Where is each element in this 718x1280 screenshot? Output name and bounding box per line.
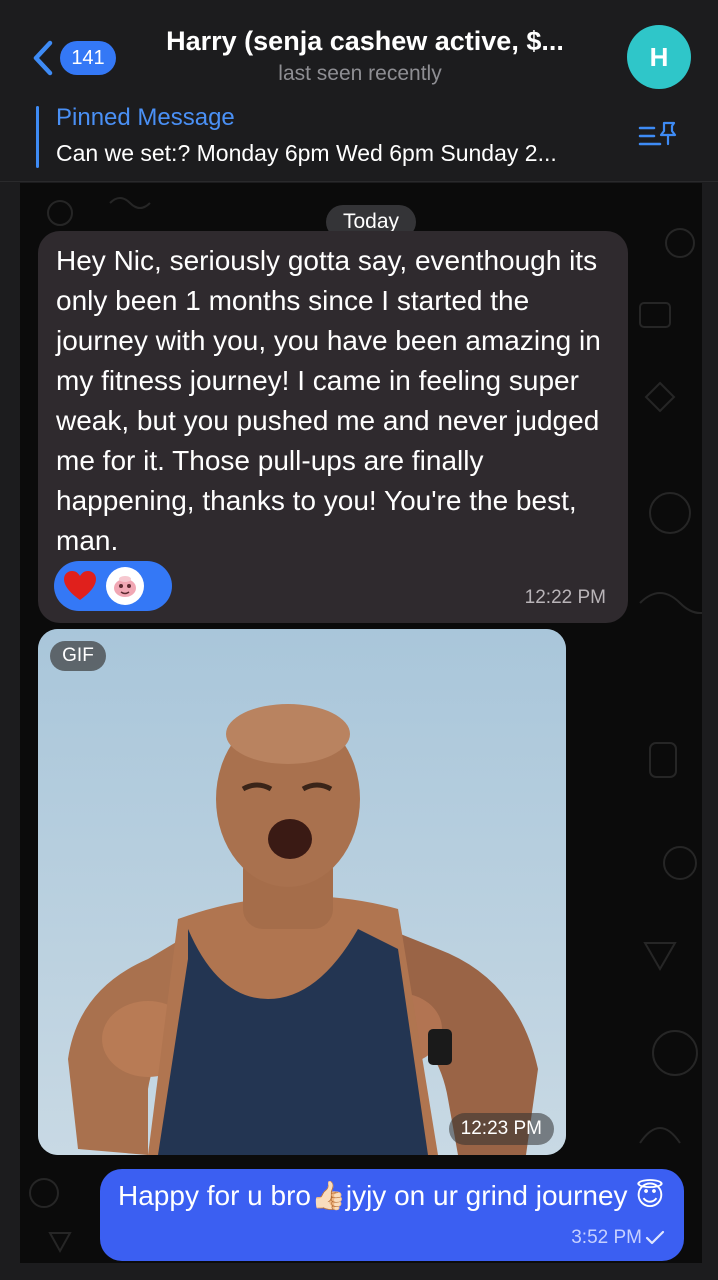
pinned-list-icon[interactable] [638, 120, 678, 152]
pinned-message-bar[interactable]: Pinned Message Can we set:? Monday 6pm W… [0, 96, 718, 182]
message-text: Hey Nic, seriously gotta say, eventhough… [56, 245, 601, 556]
outgoing-message-bubble[interactable]: Happy for u bro👍🏻jyjy on ur grind journe… [100, 1169, 684, 1261]
chat-header: 141 Harry (senja cashew active, $... las… [0, 0, 718, 96]
chevron-left-icon [33, 40, 53, 76]
sticker-reaction-icon [106, 567, 144, 605]
gif-message[interactable]: GIF 12:23 PM [38, 629, 566, 1155]
back-button[interactable]: 141 [28, 36, 128, 80]
avatar[interactable]: H [627, 25, 691, 89]
pinned-text: Can we set:? Monday 6pm Wed 6pm Sunday 2… [56, 140, 557, 166]
message-status: 3:52 PM [571, 1227, 666, 1249]
pinned-indicator-bar [36, 106, 39, 168]
app-frame: 141 Harry (senja cashew active, $... las… [0, 0, 718, 1280]
last-seen-status: last seen recently [278, 62, 442, 85]
message-time: 12:23 PM [448, 1113, 554, 1145]
message-time: 3:52 PM [571, 1227, 642, 1248]
sent-check-icon [645, 1230, 665, 1245]
avatar-initial: H [649, 41, 669, 72]
chat-area[interactable]: Today Hey Nic, seriously gotta say, even… [20, 183, 702, 1263]
message-text: Happy for u bro👍🏻jyjy on ur grind journe… [118, 1180, 665, 1211]
heart-reaction-icon [64, 571, 96, 600]
chat-title[interactable]: Harry (senja cashew active, $... [130, 26, 600, 57]
message-time: 12:22 PM [524, 587, 606, 608]
reactions-pill[interactable] [54, 561, 172, 611]
gif-label: GIF [50, 641, 106, 671]
gif-image [38, 629, 566, 1155]
unread-count-badge: 141 [60, 41, 116, 75]
incoming-message-bubble[interactable]: Hey Nic, seriously gotta say, eventhough… [38, 231, 628, 623]
pinned-label: Pinned Message [56, 104, 235, 131]
